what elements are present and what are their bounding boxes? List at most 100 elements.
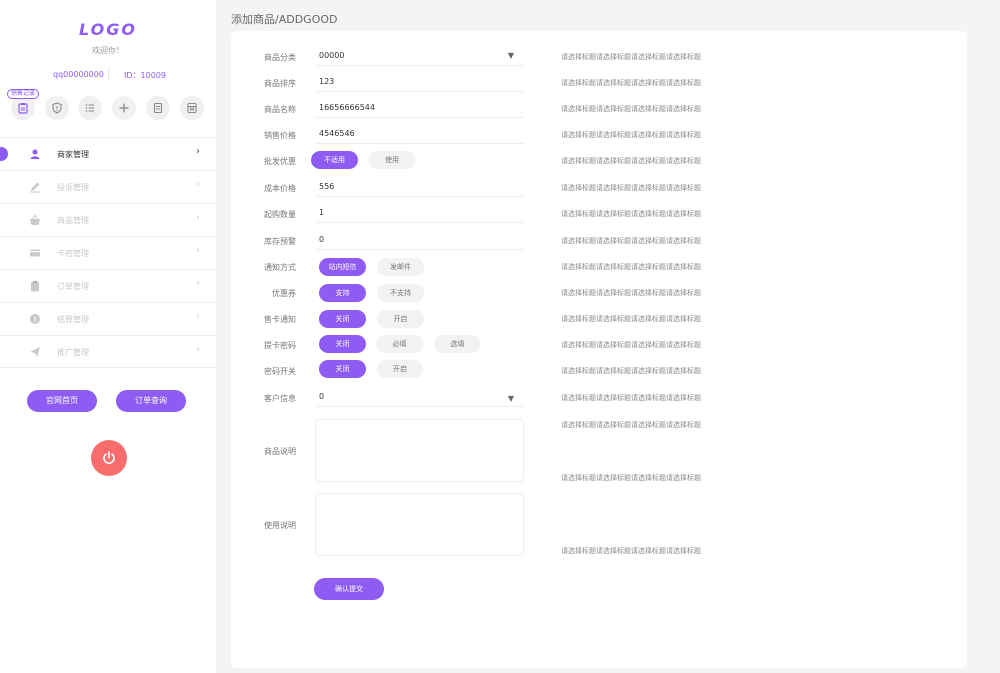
basket-icon xyxy=(30,214,40,225)
description-textarea[interactable] xyxy=(315,419,524,482)
customer-info-select[interactable]: 0 ▼ xyxy=(315,387,524,407)
chevron-right-icon: › xyxy=(196,179,200,190)
clipboard-icon[interactable] xyxy=(11,96,35,120)
wholesale-label: 批发优惠 xyxy=(264,157,296,166)
account-qq: qq00000000 xyxy=(53,70,104,79)
category-label: 商品分类 xyxy=(264,53,296,62)
sidebar-item-label: 订单管理 xyxy=(57,282,89,291)
pickup-password-off-option[interactable]: 关闭 xyxy=(319,335,366,353)
sidebar-item-label: 商品管理 xyxy=(57,216,89,225)
cost-input[interactable]: 556 xyxy=(315,177,524,197)
sales-record-tag[interactable]: 销售记录 xyxy=(7,89,40,99)
hint-text: 请选择标题请选择标题请选择标题请选择标题 xyxy=(561,474,701,482)
pickup-password-required-option[interactable]: 必填 xyxy=(376,335,423,353)
user-icon xyxy=(30,149,40,159)
wholesale-use-option[interactable]: 使用 xyxy=(369,151,415,169)
hint-text: 请选择标题请选择标题请选择标题请选择标题 xyxy=(561,289,701,297)
customer-info-value: 0 xyxy=(319,392,325,401)
stock-alert-label: 库存预警 xyxy=(264,237,296,246)
hint-text: 请选择标题请选择标题请选择标题请选择标题 xyxy=(561,341,701,349)
description-label: 商品说明 xyxy=(264,447,296,456)
notify-label: 通知方式 xyxy=(264,263,296,272)
password-switch-off-option[interactable]: 关闭 xyxy=(319,360,366,378)
plus-icon[interactable] xyxy=(112,96,136,120)
usage-textarea[interactable] xyxy=(315,493,524,556)
chevron-right-icon: › xyxy=(196,278,200,289)
coin-icon xyxy=(30,314,40,324)
coupon-not-support-option[interactable]: 不支持 xyxy=(377,284,424,302)
category-value: 00000 xyxy=(319,51,345,60)
clipboard-icon xyxy=(31,281,39,292)
sidebar-nav: 商家管理 › 投诉管理 › 商品管理 › 卡密管理 › 订单管理 › 结算管理 … xyxy=(0,137,216,368)
notify-email-option[interactable]: 发邮件 xyxy=(377,258,424,276)
document-icon[interactable] xyxy=(146,96,170,120)
coupon-label: 优惠券 xyxy=(272,289,296,298)
list-icon[interactable] xyxy=(78,96,102,120)
chevron-right-icon: › xyxy=(196,245,200,256)
hint-text: 请选择标题请选择标题请选择标题请选择标题 xyxy=(561,547,701,555)
hint-text: 请选择标题请选择标题请选择标题请选择标题 xyxy=(561,131,701,139)
submit-button[interactable]: 确认提交 xyxy=(314,578,384,600)
chevron-right-icon: › xyxy=(196,146,200,157)
archive-icon[interactable] xyxy=(180,96,204,120)
hint-text: 请选择标题请选择标题请选择标题请选择标题 xyxy=(561,237,701,245)
hint-text: 请选择标题请选择标题请选择标题请选择标题 xyxy=(561,105,701,113)
password-switch-label: 密码开关 xyxy=(264,367,296,376)
wholesale-not-applicable-option[interactable]: 不适用 xyxy=(311,151,358,169)
coupon-support-option[interactable]: 支持 xyxy=(319,284,366,302)
shield-alert-icon[interactable] xyxy=(45,96,69,120)
cost-label: 成本价格 xyxy=(264,184,296,193)
hint-text: 请选择标题请选择标题请选择标题请选择标题 xyxy=(561,79,701,87)
page-title: 添加商品/ADDGOOD xyxy=(231,13,338,26)
hint-text: 请选择标题请选择标题请选择标题请选择标题 xyxy=(561,184,701,192)
sidebar-item-promotion[interactable]: 推广管理 › xyxy=(0,335,216,368)
caret-down-icon: ▼ xyxy=(507,394,514,403)
sort-input[interactable]: 123 xyxy=(315,72,524,92)
category-select[interactable]: 00000 ▼ xyxy=(315,46,524,66)
paper-plane-icon xyxy=(30,347,40,357)
hint-text: 请选择标题请选择标题请选择标题请选择标题 xyxy=(561,315,701,323)
sidebar-item-label: 推广管理 xyxy=(57,348,89,357)
sidebar-item-goods[interactable]: 商品管理 › xyxy=(0,203,216,236)
chevron-right-icon: › xyxy=(196,311,200,322)
pickup-password-optional-option[interactable]: 选填 xyxy=(434,335,481,353)
sidebar-item-complaint[interactable]: 投诉管理 › xyxy=(0,170,216,203)
card-icon xyxy=(30,249,40,257)
hint-text: 请选择标题请选择标题请选择标题请选择标题 xyxy=(561,210,701,218)
sidebar-item-label: 卡密管理 xyxy=(57,249,89,258)
min-qty-input[interactable]: 1 xyxy=(315,203,524,223)
active-indicator xyxy=(0,147,8,161)
sell-notify-off-option[interactable]: 关闭 xyxy=(319,310,366,328)
sidebar-item-order[interactable]: 订单管理 › xyxy=(0,269,216,302)
pencil-icon xyxy=(30,182,40,193)
order-query-button[interactable]: 订单查询 xyxy=(116,390,186,412)
name-input[interactable]: 16656666544 xyxy=(315,98,524,118)
hint-text: 请选择标题请选择标题请选择标题请选择标题 xyxy=(561,53,701,61)
stock-alert-input[interactable]: 0 xyxy=(315,230,524,250)
sidebar-item-settlement[interactable]: 结算管理 › xyxy=(0,302,216,335)
home-button[interactable]: 官网首页 xyxy=(27,390,97,412)
logo: LOGO xyxy=(79,20,137,39)
hint-text: 请选择标题请选择标题请选择标题请选择标题 xyxy=(561,421,701,429)
chevron-right-icon: › xyxy=(196,212,200,223)
caret-down-icon: ▼ xyxy=(507,51,514,60)
min-qty-label: 起购数量 xyxy=(264,210,296,219)
account-id: ID：10009 xyxy=(124,71,166,80)
account-divider xyxy=(108,68,109,80)
hint-text: 请选择标题请选择标题请选择标题请选择标题 xyxy=(561,394,701,402)
hint-text: 请选择标题请选择标题请选择标题请选择标题 xyxy=(561,367,701,375)
price-label: 销售价格 xyxy=(264,131,296,140)
password-switch-on-option[interactable]: 开启 xyxy=(377,360,423,378)
price-input[interactable]: 4546546 xyxy=(315,124,524,144)
chevron-right-icon: › xyxy=(196,344,200,355)
power-icon xyxy=(103,451,115,464)
sidebar-item-card[interactable]: 卡密管理 › xyxy=(0,236,216,269)
sidebar-item-merchant[interactable]: 商家管理 › xyxy=(0,137,216,170)
sidebar-item-label: 投诉管理 xyxy=(57,183,89,192)
notify-sms-option[interactable]: 站内短信 xyxy=(319,258,366,276)
power-button[interactable] xyxy=(91,440,127,476)
sort-label: 商品排序 xyxy=(264,79,296,88)
hint-text: 请选择标题请选择标题请选择标题请选择标题 xyxy=(561,263,701,271)
sell-notify-on-option[interactable]: 开启 xyxy=(377,310,424,328)
welcome-text: 欢迎你！ xyxy=(92,46,124,55)
